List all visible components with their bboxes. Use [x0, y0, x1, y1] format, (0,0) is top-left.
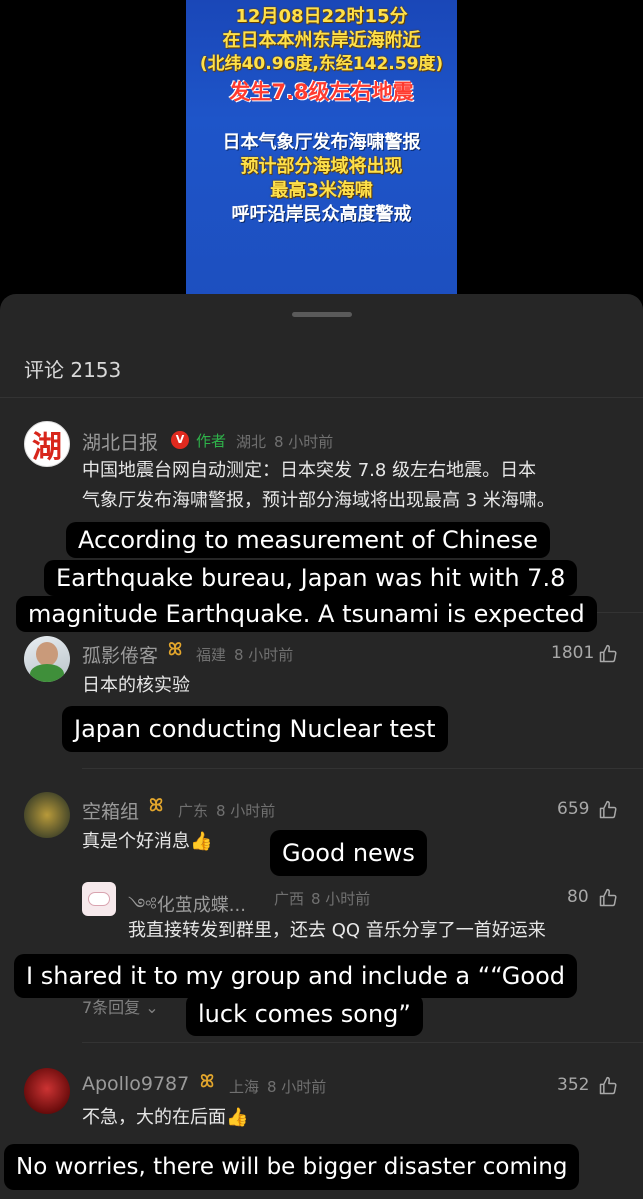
comment-text: 气象厅发布海啸警报，预计部分海域将出现最高 3 米海啸。	[82, 490, 555, 511]
avatar-cat-shape	[88, 892, 110, 906]
chevron-down-icon: ⌄	[145, 998, 159, 1017]
verified-icon: V	[171, 431, 189, 449]
news-card: 12月08日22时15分 在日本本州东岸近海附近 (北纬40.96度,东经142…	[186, 0, 457, 300]
reply-avatar[interactable]	[82, 882, 116, 916]
divider	[82, 768, 643, 769]
comment-time: 8 小时前	[274, 433, 334, 451]
comment-location: 上海	[229, 1078, 260, 1096]
caption-line: Earthquake bureau, Japan was hit with 7.…	[44, 560, 578, 596]
reply-location: 广西	[274, 890, 305, 908]
news-line: 日本气象厅发布海啸警报	[222, 132, 421, 153]
comment-author[interactable]: Apollo9787	[82, 1073, 189, 1095]
vip-badge-icon: ꕤ	[149, 796, 164, 816]
news-line: 在日本本州东岸近海附近	[222, 30, 421, 51]
caption-line: I shared it to my group and include a ““…	[14, 954, 577, 998]
comment-time: 8 小时前	[234, 646, 294, 664]
like-count: 659	[557, 799, 590, 819]
expand-replies-label: 7条回复	[82, 998, 141, 1017]
news-line: 12月08日22时15分	[235, 6, 408, 27]
news-line: (北纬40.96度,东经142.59度)	[199, 54, 444, 74]
divider	[82, 1042, 643, 1043]
comment-location: 湖北	[236, 433, 267, 451]
comment-location: 福建	[196, 646, 227, 664]
avatar-body	[30, 664, 64, 682]
comment-author[interactable]: 空箱组	[82, 797, 139, 824]
comment-text: 中国地震台网自动测定：日本突发 7.8 级左右地震。日本	[82, 460, 537, 481]
caption: No worries, there will be bigger disaste…	[4, 1144, 580, 1190]
thumbs-up-icon[interactable]	[598, 888, 618, 908]
comment-text: 日本的核实验	[82, 675, 190, 696]
comment-count: 评论 2153	[24, 358, 122, 382]
caption: Japan conducting Nuclear test	[62, 706, 448, 752]
thumbs-up-icon[interactable]	[598, 800, 618, 820]
comment-time: 8 小时前	[267, 1078, 327, 1096]
thumbs-up-icon[interactable]	[598, 644, 618, 664]
reply-text: 我直接转发到群里，还去 QQ 音乐分享了一首好运来	[128, 920, 546, 941]
caption-line: magnitude Earthquake. A tsunami is expec…	[16, 596, 597, 632]
vip-badge-icon: ꕤ	[200, 1072, 215, 1092]
caption-line: According to measurement of Chinese	[66, 522, 550, 558]
drag-handle[interactable]	[292, 312, 352, 317]
like-count: 352	[557, 1075, 590, 1095]
thumbs-up-icon[interactable]	[598, 1076, 618, 1096]
comment-text: 不急，大的在后面👍	[82, 1107, 249, 1128]
comment-author[interactable]: 孤影倦客	[82, 641, 158, 668]
caption-line: luck comes song”	[186, 994, 423, 1036]
video-player[interactable]: 12月08日22时15分 在日本本州东岸近海附近 (北纬40.96度,东经142…	[0, 0, 643, 300]
comment-location: 广东	[178, 802, 209, 820]
news-line: 最高3米海啸	[270, 180, 373, 201]
avatar[interactable]: 湖	[24, 421, 70, 467]
divider	[0, 397, 643, 398]
reply-time: 8 小时前	[311, 890, 371, 908]
comment-author[interactable]: 湖北日报	[82, 428, 158, 455]
avatar-logo-text: 湖	[32, 430, 62, 465]
news-line: 预计部分海域将出现	[240, 156, 403, 177]
vip-badge-icon: ꕤ	[168, 640, 183, 660]
author-tag: 作者	[196, 432, 227, 450]
reply-like-count: 80	[567, 887, 589, 907]
news-line-highlight: 发生7.8级左右地震	[229, 80, 414, 104]
avatar[interactable]	[24, 1068, 70, 1114]
news-line: 呼吁沿岸民众高度警戒	[231, 204, 412, 225]
comment-time: 8 小时前	[216, 802, 276, 820]
avatar[interactable]	[24, 636, 70, 682]
caption: Good news	[270, 830, 427, 876]
comment-text: 真是个好消息👍	[82, 831, 213, 852]
avatar-face	[36, 642, 58, 666]
avatar[interactable]	[24, 792, 70, 838]
like-count: 1801	[551, 643, 595, 663]
